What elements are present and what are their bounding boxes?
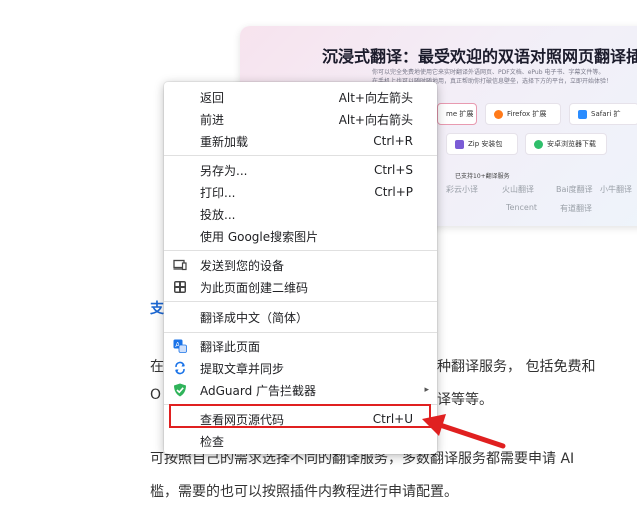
- red-arrow-icon: [422, 414, 506, 449]
